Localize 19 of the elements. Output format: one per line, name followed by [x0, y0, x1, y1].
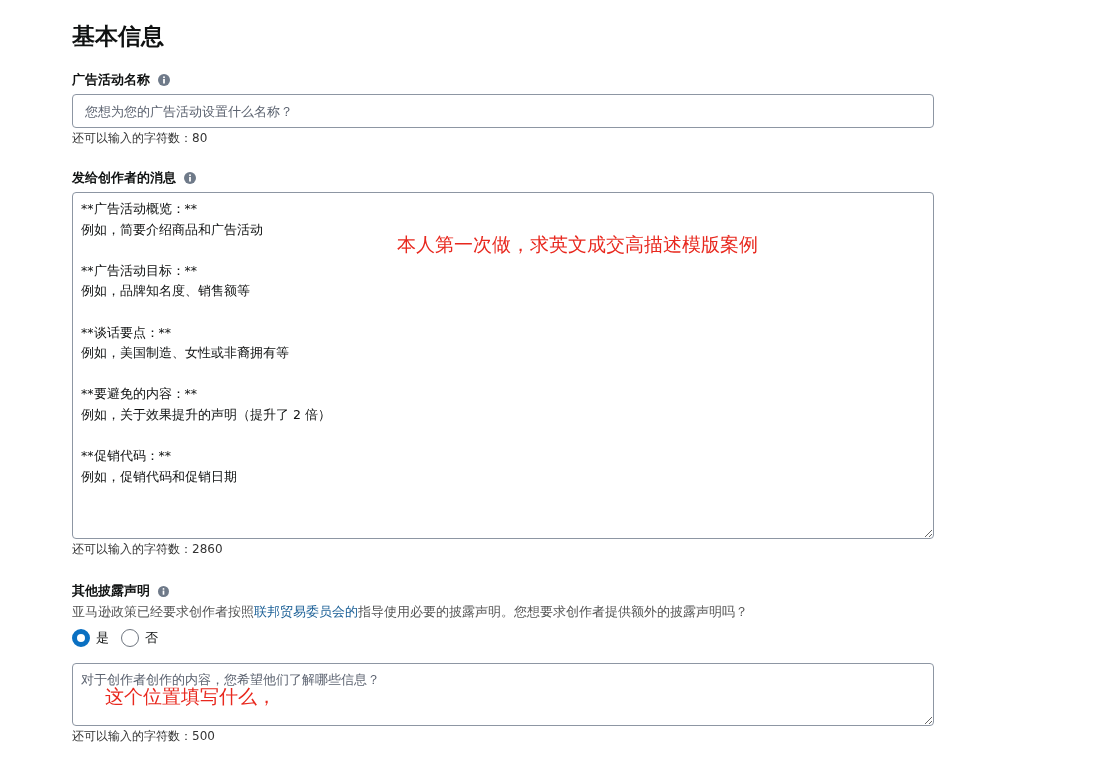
field-label: 其他披露声明: [72, 582, 150, 600]
annotation-text: 本人第一次做，求英文成交高描述模版案例: [397, 232, 758, 257]
campaign-name-field[interactable]: 您想为您的广告活动设置什么名称？: [72, 94, 934, 128]
character-count: 还可以输入的字符数：80: [72, 130, 209, 146]
radio-label: 否: [145, 629, 158, 647]
info-icon[interactable]: [184, 172, 196, 184]
annotation-text: 这个位置填写什么，: [105, 685, 276, 709]
field-label: 广告活动名称: [72, 71, 150, 89]
description-text: 亚马逊政策已经要求创作者按照联邦贸易委员会的指导使用必要的披露声明。您想要求创作者提供额外的披露声明吗？: [72, 603, 749, 621]
character-count: 还可以输入的字符数：2860: [72, 541, 224, 557]
field-label: 发给创作者的消息: [72, 169, 176, 187]
section-heading: 基本信息: [72, 22, 165, 51]
info-icon[interactable]: [158, 74, 170, 86]
radio-button[interactable]: [72, 629, 90, 647]
radio-button[interactable]: [121, 629, 139, 647]
radio-label: 是: [96, 629, 109, 647]
ftc-link[interactable]: 联邦贸易委员会的: [254, 604, 358, 619]
info-icon[interactable]: [158, 585, 169, 597]
character-count: 还可以输入的字符数：500: [72, 728, 216, 744]
